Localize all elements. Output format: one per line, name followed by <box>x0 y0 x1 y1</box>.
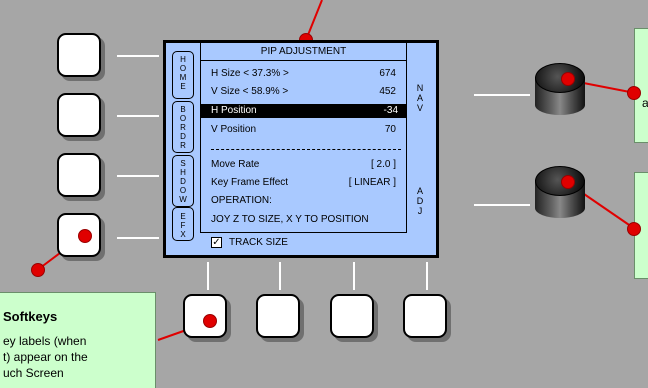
left-softkey-2[interactable] <box>57 93 101 137</box>
operation-label: OPERATION: <box>211 195 272 206</box>
row-value: -34 <box>383 105 398 116</box>
row-v-size[interactable]: V Size < 58.9% > 452 <box>211 85 404 99</box>
dashed-divider <box>211 149 401 150</box>
connector-line <box>279 262 281 290</box>
left-softkey-3[interactable] <box>57 153 101 197</box>
menu-content: PIP ADJUSTMENT H Size < 37.3% > 674 V Si… <box>200 43 407 233</box>
touch-screen: HOME BORDR SHDOW EFX PIP ADJUSTMENT H Si… <box>163 40 439 258</box>
softkeys-callout-line: ey labels (when <box>3 334 87 348</box>
connector-line <box>474 204 530 206</box>
row-value: [ LINEAR ] <box>348 177 396 188</box>
row-value: 674 <box>379 68 396 79</box>
title-divider <box>201 60 406 61</box>
connector-line <box>117 237 159 239</box>
track-size-checkbox[interactable]: ✓ <box>211 237 222 248</box>
menu-title: PIP ADJUSTMENT <box>260 46 347 57</box>
row-label: Move Rate <box>211 159 260 170</box>
adj-callout-dot <box>627 222 641 236</box>
tab-shadow[interactable]: SHDOW <box>172 155 194 207</box>
bottom-softkey-2[interactable] <box>256 294 300 338</box>
row-value: [ 2.0 ] <box>370 159 396 170</box>
tab-efx[interactable]: EFX <box>172 207 194 241</box>
tab-border[interactable]: BORDR <box>172 101 194 153</box>
operation-text: JOY Z TO SIZE, X Y TO POSITION <box>211 214 369 225</box>
nav-callout-dot <box>627 86 641 100</box>
row-h-size[interactable]: H Size < 37.3% > 674 <box>211 67 404 81</box>
nav-knob[interactable] <box>535 63 585 121</box>
softkeys-callout-line: t) appear on the <box>3 350 88 364</box>
nav-label: NAV <box>416 83 424 113</box>
connector-line <box>117 55 159 57</box>
softkeys-callout-dot <box>31 263 45 277</box>
softkeys-callout: Softkeys ey labels (when t) appear on th… <box>0 292 156 388</box>
tab-home[interactable]: HOME <box>172 51 194 99</box>
callout-text-fragment: a <box>642 96 648 110</box>
row-v-position[interactable]: V Position 70 <box>211 123 404 137</box>
connector-line <box>426 262 428 290</box>
track-size-label: TRACK SIZE <box>229 237 288 248</box>
row-move-rate[interactable]: Move Rate [ 2.0 ] <box>211 158 404 172</box>
check-icon: ✓ <box>212 237 221 248</box>
softkeys-callout-line: uch Screen <box>3 366 64 380</box>
connector-line <box>353 262 355 290</box>
row-label: V Position <box>211 124 257 135</box>
nav-knob-marker-dot <box>561 72 575 86</box>
connector-line <box>474 94 530 96</box>
bottom-softkey-4[interactable] <box>403 294 447 338</box>
left-softkey-marker-dot <box>78 229 92 243</box>
softkeys-callout-title: Softkeys <box>3 309 58 324</box>
left-softkey-1[interactable] <box>57 33 101 77</box>
row-key-frame-effect[interactable]: Key Frame Effect [ LINEAR ] <box>211 176 404 190</box>
connector-line <box>117 115 159 117</box>
bottom-softkey-3[interactable] <box>330 294 374 338</box>
bottom-softkey-marker-dot <box>203 314 217 328</box>
adj-knob[interactable] <box>535 166 585 224</box>
row-label: Key Frame Effect <box>211 177 289 188</box>
adj-knob-marker-dot <box>561 175 575 189</box>
row-label: H Size < 37.3% > <box>211 68 289 79</box>
row-h-position[interactable]: H Position -34 <box>201 104 406 118</box>
adj-label: ADJ <box>416 186 424 216</box>
row-value: 70 <box>384 124 396 135</box>
row-label: V Size < 58.9% > <box>211 86 289 97</box>
row-value: 452 <box>379 86 396 97</box>
connector-line <box>117 175 159 177</box>
row-label: H Position <box>211 105 257 116</box>
connector-line <box>207 262 209 290</box>
